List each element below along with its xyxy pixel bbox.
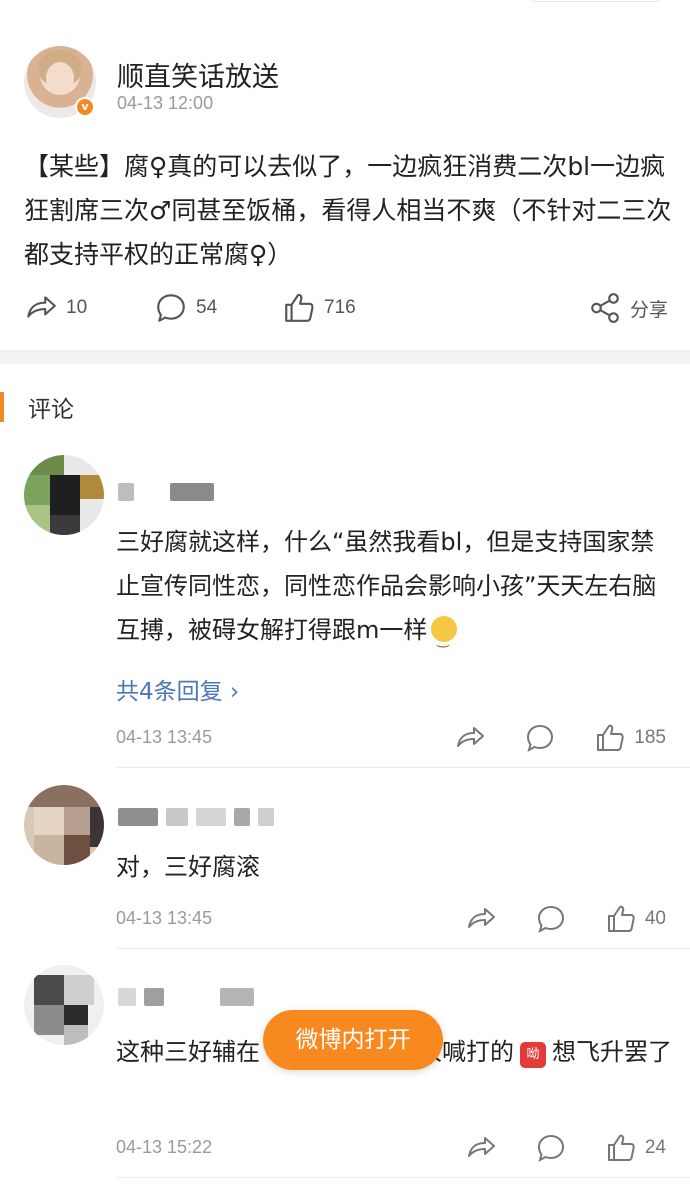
comment-reply-button[interactable] bbox=[535, 903, 567, 935]
comment-button[interactable]: 54 bbox=[154, 286, 217, 330]
comment-item: 三好腐就这样，什么“虽然我看bl，但是支持国家禁止宣传同性恋，同性恋作品会影响小… bbox=[0, 455, 690, 770]
comment-count: 54 bbox=[196, 297, 218, 318]
blurred-name-gap bbox=[172, 988, 212, 1006]
repost-icon bbox=[457, 727, 485, 747]
blurred-name-block bbox=[118, 808, 158, 826]
comment-repost-button[interactable] bbox=[465, 903, 497, 935]
commenter-avatar[interactable] bbox=[24, 455, 104, 535]
comment-like-count: 185 bbox=[634, 727, 666, 748]
comment-reply-button[interactable] bbox=[524, 722, 556, 754]
comment-like-button[interactable]: 24 bbox=[605, 1132, 666, 1164]
comment-actions: 185 bbox=[416, 720, 666, 756]
blurred-name-block bbox=[170, 483, 214, 501]
like-icon bbox=[285, 293, 314, 322]
commenter-avatar[interactable] bbox=[24, 965, 104, 1045]
comment-icon bbox=[157, 294, 185, 322]
blurred-name-block bbox=[118, 483, 134, 501]
comments-accent-bar bbox=[0, 392, 4, 422]
commenter-avatar[interactable] bbox=[24, 785, 104, 865]
commenter-name-blurred[interactable] bbox=[118, 985, 254, 1009]
hit-emoji-icon: 呦 bbox=[520, 1042, 546, 1068]
blurred-name-block bbox=[196, 808, 226, 826]
blurred-name-block bbox=[144, 988, 164, 1006]
section-divider bbox=[0, 350, 690, 364]
comment-icon bbox=[537, 1134, 564, 1163]
commenter-name-blurred[interactable] bbox=[118, 480, 214, 504]
comment-text: 三好腐就这样，什么“虽然我看bl，但是支持国家禁止宣传同性恋，同性恋作品会影响小… bbox=[116, 520, 676, 662]
verified-badge-icon: v bbox=[75, 97, 95, 117]
share-icon bbox=[591, 293, 619, 323]
like-icon bbox=[607, 1134, 635, 1161]
comment-item: 对，三好腐滚 04-13 13:45 40 bbox=[0, 785, 690, 950]
share-label: 分享 bbox=[630, 299, 669, 321]
like-icon bbox=[597, 724, 624, 751]
repost-button[interactable]: 10 bbox=[24, 286, 87, 330]
smile-emoji-icon bbox=[431, 616, 458, 662]
comment-icon bbox=[537, 905, 564, 934]
blurred-name-block bbox=[258, 808, 274, 826]
repost-icon bbox=[467, 908, 495, 928]
repost-icon bbox=[27, 296, 56, 318]
blurred-name-block bbox=[220, 988, 254, 1006]
comment-repost-button[interactable] bbox=[465, 1132, 497, 1164]
repost-count: 10 bbox=[66, 297, 88, 318]
comment-text-body: 三好腐就这样，什么“虽然我看bl，但是支持国家禁止宣传同性恋，同性恋作品会影响小… bbox=[116, 528, 657, 644]
like-count: 716 bbox=[324, 297, 356, 318]
comment-icon bbox=[527, 724, 554, 753]
comment-separator bbox=[116, 1177, 690, 1178]
repost-icon bbox=[467, 1137, 495, 1157]
comment-time: 04-13 13:45 bbox=[116, 727, 213, 747]
view-replies-link[interactable]: 共4条回复 › bbox=[116, 672, 239, 706]
post-time: 04-13 12:00 bbox=[117, 93, 214, 113]
comment-text: 对，三好腐滚 bbox=[116, 853, 260, 881]
author-name[interactable]: 顺直笑话放送 bbox=[117, 55, 279, 94]
blurred-name-block bbox=[234, 808, 250, 826]
post-content: 【某些】腐♀真的可以去似了，一边疯狂消费二次bl一边疯狂割席三次♂同甚至饭桶，看… bbox=[24, 152, 672, 269]
comment-repost-button[interactable] bbox=[454, 722, 486, 754]
comment-separator bbox=[116, 948, 690, 949]
comments-title: 评论 bbox=[28, 397, 74, 423]
blurred-name-gap bbox=[142, 483, 162, 501]
blurred-name-block bbox=[166, 808, 188, 826]
comment-actions: 24 bbox=[427, 1130, 666, 1166]
like-icon bbox=[607, 905, 635, 932]
commenter-name-blurred[interactable] bbox=[118, 805, 274, 829]
comment-actions: 40 bbox=[427, 901, 666, 937]
like-button[interactable]: 716 bbox=[282, 286, 356, 330]
comment-reply-button[interactable] bbox=[535, 1132, 567, 1164]
comment-like-count: 24 bbox=[644, 1137, 666, 1158]
weibo-post: v 顺直笑话放送 04-13 12:00 【某些】腐♀真的可以去似了，一边疯狂消… bbox=[0, 0, 690, 350]
pixelated-avatar-image bbox=[24, 965, 104, 1045]
comment-item: 这种三好辅在 人喊打的呦想飞升罢了 04-13 15:22 24 bbox=[0, 965, 690, 1201]
comment-text-part: 想飞升罢了 bbox=[552, 1038, 672, 1066]
comment-time: 04-13 13:45 bbox=[116, 908, 213, 928]
pixelated-avatar-image bbox=[24, 785, 104, 865]
share-button[interactable]: 分享 bbox=[588, 286, 668, 330]
comment-text-part: 这种三好辅在 bbox=[116, 1038, 260, 1066]
comment-like-count: 40 bbox=[644, 908, 666, 929]
blurred-name-block bbox=[118, 988, 136, 1006]
post-actions: 10 54 716 分享 bbox=[0, 286, 690, 330]
open-in-weibo-button[interactable]: 微博内打开 bbox=[263, 1010, 443, 1070]
comment-like-button[interactable]: 185 bbox=[594, 722, 666, 754]
comment-like-button[interactable]: 40 bbox=[605, 903, 666, 935]
pixelated-avatar-image bbox=[24, 455, 104, 535]
comment-time: 04-13 15:22 bbox=[116, 1137, 213, 1157]
comment-separator bbox=[116, 767, 690, 768]
